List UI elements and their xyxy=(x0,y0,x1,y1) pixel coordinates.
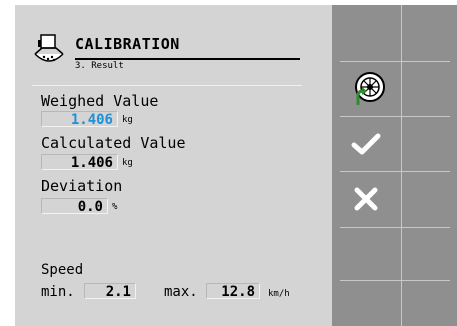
speed-min-label: min. xyxy=(41,284,75,300)
softkey-5[interactable] xyxy=(332,228,457,280)
deviation-field: 0.0 xyxy=(41,198,108,215)
rotate-wheel-icon xyxy=(346,69,386,109)
softkey-restart[interactable] xyxy=(332,62,457,116)
speed-label: Speed xyxy=(41,262,84,278)
calculated-value-field: 1.406 xyxy=(41,154,118,171)
weighed-value-field[interactable]: 1.406 xyxy=(41,111,118,128)
softkey-confirm[interactable] xyxy=(332,117,457,171)
speed-max-label: max. xyxy=(164,284,198,300)
speed-max-field: 12.8 xyxy=(206,283,260,300)
speed-min-field: 2.1 xyxy=(84,283,136,300)
scale-icon xyxy=(32,32,66,70)
calculated-value-label: Calculated Value xyxy=(41,134,186,152)
softkey-cancel[interactable] xyxy=(332,172,457,227)
deviation-unit: % xyxy=(112,202,118,212)
calculated-unit: kg xyxy=(122,158,133,168)
page-title: CALIBRATION xyxy=(75,35,180,53)
close-icon xyxy=(346,179,386,219)
weighed-value-label: Weighed Value xyxy=(41,92,159,110)
weighed-unit: kg xyxy=(122,115,133,125)
softkey-1[interactable] xyxy=(332,5,457,61)
title-underline xyxy=(75,58,300,60)
softkey-bar xyxy=(332,5,457,326)
check-icon xyxy=(346,124,386,164)
deviation-label: Deviation xyxy=(41,177,123,195)
header-divider xyxy=(32,85,302,86)
speed-unit: km/h xyxy=(268,289,290,299)
page-subtitle: 3. Result xyxy=(75,61,124,71)
softkey-6[interactable] xyxy=(332,281,457,326)
